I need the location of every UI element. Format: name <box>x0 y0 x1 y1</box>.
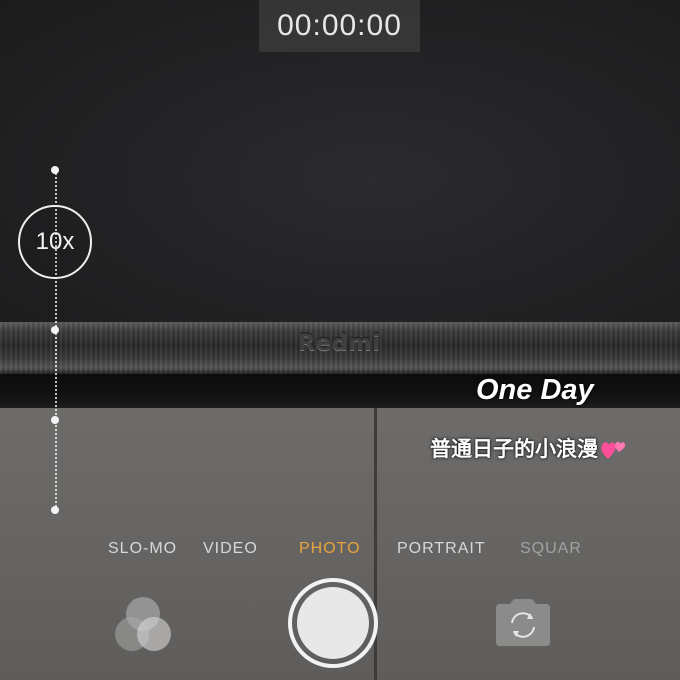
filters-icon <box>115 597 171 651</box>
camera-flip-button[interactable] <box>492 596 554 648</box>
mode-portrait[interactable]: PORTRAIT <box>397 540 486 558</box>
mode-video[interactable]: VIDEO <box>203 540 258 558</box>
caption-subtitle: 普通日子的小浪漫 <box>430 438 598 461</box>
mode-photo[interactable]: PHOTO <box>299 540 361 558</box>
shutter-icon <box>297 587 369 659</box>
camera-mode-selector[interactable]: SLO-MO VIDEO PHOTO PORTRAIT SQUARE <box>0 540 680 564</box>
recording-timer: 00:00:00 <box>259 0 420 52</box>
caption-title: One Day <box>476 374 594 406</box>
camera-flip-icon <box>496 599 550 646</box>
caption-subtitle-line: 普通日子的小浪漫 <box>430 433 626 463</box>
shutter-button[interactable] <box>288 578 378 668</box>
zoom-level-button[interactable]: 10x <box>18 205 92 279</box>
zoom-tick <box>51 166 59 174</box>
zoom-tick <box>51 416 59 424</box>
zoom-tick <box>51 326 59 334</box>
two-hearts-icon <box>600 439 626 461</box>
mode-slo-mo[interactable]: SLO-MO <box>108 540 177 558</box>
mode-square[interactable]: SQUARE <box>520 540 580 558</box>
tv-brand-logo: Redmi <box>298 331 382 356</box>
filters-button[interactable] <box>112 594 176 654</box>
zoom-tick <box>51 506 59 514</box>
